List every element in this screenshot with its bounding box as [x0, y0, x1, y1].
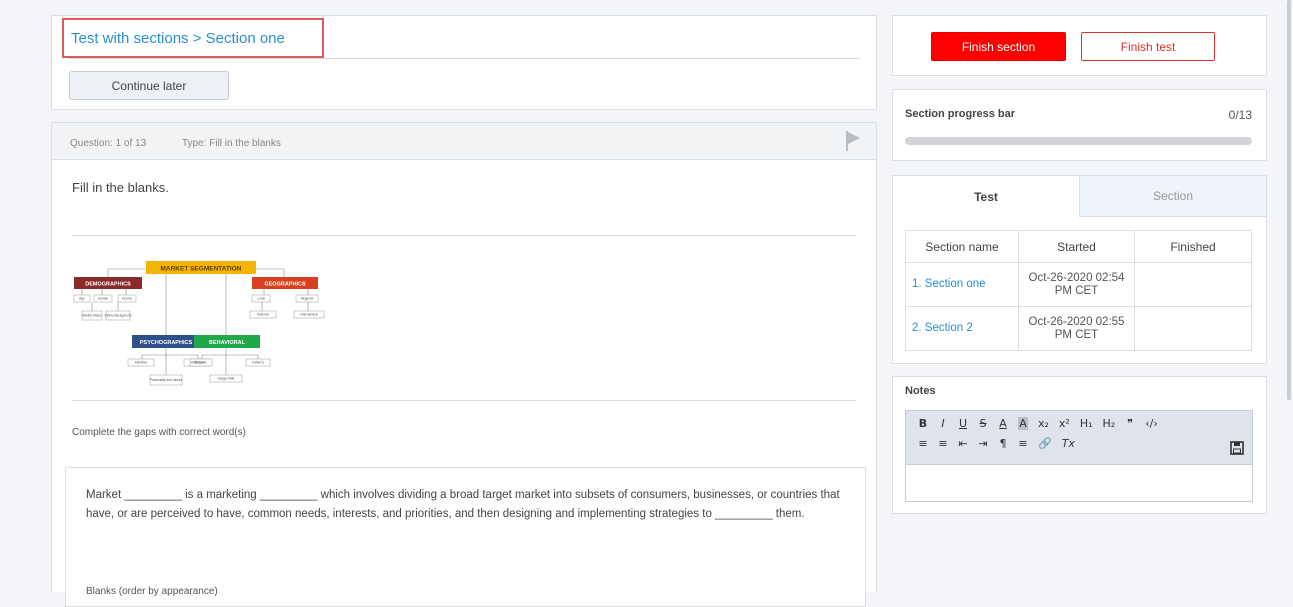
finish-section-button[interactable]: Finish section [931, 32, 1066, 61]
notes-label: Notes [905, 385, 936, 397]
header-card: Test with sections > Section one Continu… [51, 15, 877, 110]
diagram-leaf: Usage Rate [218, 377, 235, 381]
italic-icon[interactable]: I [938, 417, 948, 430]
clear-format-icon[interactable]: Tx [1062, 437, 1075, 450]
progress-bar [905, 137, 1252, 145]
question-number: Question: 1 of 13 [70, 138, 147, 149]
ordered-list-icon[interactable]: ≡ [918, 437, 928, 450]
divider [72, 235, 856, 236]
diagram-demographics-label: DEMOGRAPHICS [85, 282, 131, 288]
column-header: Section name [905, 230, 1019, 263]
save-icon[interactable] [1230, 441, 1244, 460]
gap-instruction: Complete the gaps with correct word(s) [72, 427, 246, 438]
diagram-behavioral-label: BEHAVIORAL [209, 340, 246, 346]
tab-test[interactable]: Test [893, 176, 1080, 217]
outdent-icon[interactable]: ⇤ [958, 437, 968, 450]
header-divider [68, 58, 860, 59]
table-header-row: Section name Started Finished [905, 230, 1252, 263]
diagram-leaf: Gender [98, 297, 110, 301]
heading1-icon[interactable]: H₁ [1080, 417, 1093, 430]
finish-test-button[interactable]: Finish test [1081, 32, 1215, 61]
section-started: Oct-26-2020 02:54 PM CET [1018, 262, 1135, 307]
indent-icon[interactable]: ⇥ [978, 437, 988, 450]
font-color-icon[interactable]: A [998, 417, 1008, 430]
link-icon[interactable]: 🔗 [1038, 437, 1052, 450]
progress-label: Section progress bar [905, 108, 1016, 120]
heading2-icon[interactable]: H₂ [1103, 417, 1116, 430]
market-segmentation-diagram: MARKET SEGMENTATION DEMOGRAPHICS GEOGRAP… [73, 261, 325, 386]
highlight-icon[interactable]: A [1018, 417, 1028, 430]
scrollbar-thumb[interactable] [1287, 0, 1291, 400]
strikethrough-icon[interactable]: S [978, 417, 988, 430]
tab-section[interactable]: Section [1080, 176, 1266, 217]
section-finished [1134, 262, 1252, 307]
diagram-psychographics-label: PSYCHOGRAPHICS [140, 340, 193, 346]
diagram-geographics-label: GEOGRAPHICS [264, 282, 306, 288]
code-icon[interactable]: ‹/› [1145, 417, 1158, 430]
question-type: Type: Fill in the blanks [182, 138, 281, 149]
diagram-leaf: Regional [301, 297, 314, 301]
section-finished [1134, 306, 1252, 351]
diagram-leaf: Activities [135, 361, 148, 365]
blanks-label: Blanks (order by appearance) [86, 586, 218, 597]
text-direction-icon[interactable]: ¶ [998, 437, 1008, 450]
column-header: Started [1018, 230, 1135, 263]
diagram-leaf: Age [79, 297, 85, 301]
diagram-leaf: National [257, 313, 269, 317]
notes-card: Notes B I U S A A x₂ x² H₁ H₂ ❞ ‹/› ≡ ≡ … [892, 376, 1267, 514]
subscript-icon[interactable]: x₂ [1038, 417, 1049, 430]
diagram-leaf: International [300, 313, 318, 317]
notes-editor[interactable] [905, 465, 1253, 502]
section-name-link[interactable]: 2. Section 2 [905, 306, 1019, 351]
scrollbar[interactable] [1285, 0, 1293, 584]
question-panel: Question: 1 of 13 Type: Fill in the blan… [51, 122, 877, 607]
bullet-list-icon[interactable]: ≡ [938, 437, 948, 450]
section-started: Oct-26-2020 02:55 PM CET [1018, 306, 1135, 351]
sections-card: Test Section Section name Started Finish… [892, 175, 1267, 364]
align-icon[interactable]: ≡ [1018, 437, 1028, 450]
table-row: 1. Section one Oct-26-2020 02:54 PM CET [905, 262, 1252, 307]
diagram-leaf: Patterns [252, 361, 264, 365]
bold-icon[interactable]: B [918, 417, 928, 430]
notes-toolbar: B I U S A A x₂ x² H₁ H₂ ❞ ‹/› ≡ ≡ ⇤ ⇥ ¶ … [905, 410, 1253, 465]
sections-table: Section name Started Finished 1. Section… [905, 230, 1252, 351]
diagram-leaf: Income [122, 297, 133, 301]
answer-box: Market _________ is a marketing ________… [65, 467, 866, 607]
diagram-leaf: Benefits [195, 361, 207, 365]
underline-icon[interactable]: U [958, 417, 968, 430]
flag-icon[interactable] [846, 131, 860, 154]
superscript-icon[interactable]: x² [1059, 417, 1070, 430]
divider [72, 400, 856, 401]
question-meta-bar: Question: 1 of 13 Type: Fill in the blan… [52, 123, 876, 160]
diagram-leaf: Marital Status [82, 314, 102, 318]
progress-count: 0/13 [1228, 108, 1252, 122]
breadcrumb-highlight: Test with sections > Section one [62, 18, 324, 58]
column-header: Finished [1134, 230, 1252, 263]
actions-card: Finish section Finish test [892, 15, 1267, 76]
fill-in-text[interactable]: Market _________ is a marketing ________… [86, 486, 856, 524]
diagram-leaf: Local [257, 297, 265, 301]
question-instruction: Fill in the blanks. [72, 180, 169, 195]
continue-later-button[interactable]: Continue later [69, 71, 229, 100]
table-row: 2. Section 2 Oct-26-2020 02:55 PM CET [905, 306, 1252, 351]
diagram-leaf: Personality and Values [150, 378, 183, 382]
progress-card: Section progress bar 0/13 [892, 89, 1267, 161]
diagram-root-label: MARKET SEGMENTATION [160, 266, 241, 273]
section-name-link[interactable]: 1. Section one [905, 262, 1019, 307]
breadcrumb[interactable]: Test with sections > Section one [71, 30, 285, 47]
quote-icon[interactable]: ❞ [1125, 417, 1135, 430]
diagram-leaf: Ethnic Background [105, 314, 132, 318]
